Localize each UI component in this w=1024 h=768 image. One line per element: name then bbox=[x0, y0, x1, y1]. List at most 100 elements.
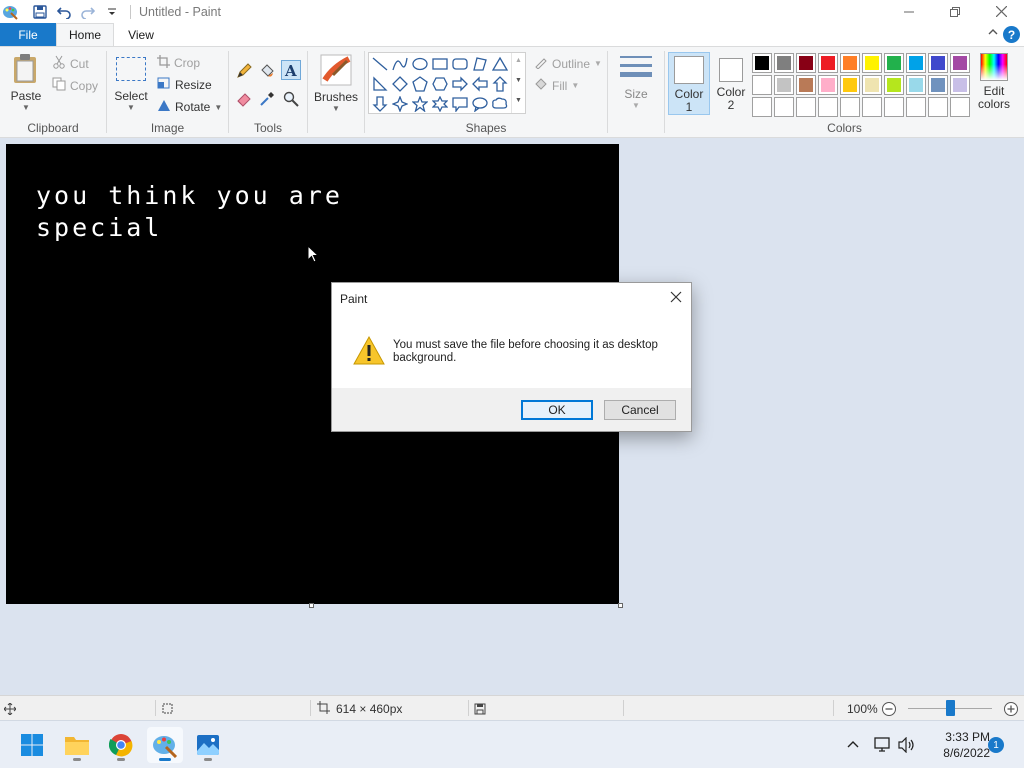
pencil-icon[interactable] bbox=[234, 61, 254, 81]
close-icon bbox=[670, 291, 682, 303]
running-indicator bbox=[73, 758, 81, 761]
running-indicator bbox=[117, 758, 125, 761]
title-bar: Untitled - Paint bbox=[0, 0, 1024, 23]
brushes-caret-icon: ▼ bbox=[332, 104, 340, 113]
maximize-button[interactable] bbox=[932, 0, 978, 23]
resize-handle-corner[interactable] bbox=[618, 603, 623, 608]
fill-icon bbox=[534, 77, 548, 94]
clock[interactable]: 3:33 PM 8/6/2022 bbox=[922, 729, 990, 761]
tab-file[interactable]: File bbox=[0, 23, 56, 46]
diamond-shape-icon[interactable] bbox=[391, 75, 409, 93]
crop-button[interactable]: Crop bbox=[157, 55, 200, 71]
polygon-shape-icon[interactable] bbox=[471, 55, 489, 73]
start-button[interactable] bbox=[14, 727, 50, 763]
six-point-star-shape-icon[interactable] bbox=[431, 95, 449, 113]
resize-handle-bottom[interactable] bbox=[309, 603, 314, 608]
zoom-slider-thumb[interactable] bbox=[946, 700, 955, 716]
window-title: Untitled - Paint bbox=[139, 4, 221, 19]
photos-button[interactable] bbox=[190, 727, 226, 763]
minimize-button[interactable] bbox=[886, 0, 932, 23]
five-point-star-shape-icon[interactable] bbox=[411, 95, 429, 113]
file-explorer-button[interactable] bbox=[59, 727, 95, 763]
clipboard-group: Paste ▼ Cut Copy Clipboard bbox=[0, 47, 106, 137]
right-arrow-shape-icon[interactable] bbox=[451, 75, 469, 93]
scroll-down-icon[interactable]: ▼ bbox=[515, 77, 522, 84]
brushes-button[interactable]: Brushes ▼ bbox=[314, 53, 358, 113]
dialog-close-button[interactable] bbox=[667, 287, 685, 307]
rectangle-shape-icon[interactable] bbox=[431, 55, 449, 73]
volume-icon[interactable] bbox=[898, 721, 916, 768]
paint-app-icon[interactable] bbox=[2, 4, 18, 20]
color-picker-icon[interactable] bbox=[257, 89, 277, 109]
undo-icon[interactable] bbox=[56, 4, 72, 20]
ok-button[interactable]: OK bbox=[521, 400, 593, 420]
cut-label: Cut bbox=[70, 56, 89, 71]
scroll-up-icon[interactable]: ▲ bbox=[515, 57, 522, 64]
magnifier-icon[interactable] bbox=[281, 89, 301, 109]
dialog-title: Paint bbox=[340, 292, 368, 306]
clipboard-group-label: Clipboard bbox=[27, 121, 79, 135]
brush-icon bbox=[320, 54, 352, 86]
file-size-icon bbox=[474, 696, 486, 721]
tab-home[interactable]: Home bbox=[56, 23, 114, 46]
triangle-shape-icon[interactable] bbox=[491, 55, 509, 73]
resize-button[interactable]: Resize bbox=[157, 77, 212, 93]
expand-gallery-icon[interactable]: ▼ bbox=[515, 97, 522, 104]
qat-separator bbox=[130, 4, 131, 19]
status-separator bbox=[310, 700, 311, 716]
fill-button[interactable]: Fill ▼ bbox=[534, 77, 579, 94]
left-arrow-shape-icon[interactable] bbox=[471, 75, 489, 93]
zoom-in-button[interactable] bbox=[1003, 696, 1019, 721]
tab-view[interactable]: View bbox=[118, 23, 164, 46]
status-separator bbox=[833, 700, 834, 716]
collapse-ribbon-icon[interactable] bbox=[988, 27, 998, 40]
ribbon-tabs: File Home View ? bbox=[0, 23, 1024, 46]
line-size-icon bbox=[620, 56, 652, 77]
paste-button[interactable]: Paste ▼ bbox=[6, 53, 46, 112]
canvas-size-indicator: 614 × 460px bbox=[317, 696, 402, 721]
text-tool-icon[interactable]: A bbox=[281, 60, 301, 80]
close-button[interactable] bbox=[978, 0, 1024, 23]
four-point-star-shape-icon[interactable] bbox=[391, 95, 409, 113]
clock-date: 8/6/2022 bbox=[943, 746, 990, 760]
eraser-icon[interactable] bbox=[234, 89, 254, 109]
outline-button[interactable]: Outline ▼ bbox=[534, 55, 602, 72]
curve-shape-icon[interactable] bbox=[391, 55, 409, 73]
file-explorer-icon bbox=[65, 737, 89, 755]
show-hidden-icons-button[interactable] bbox=[846, 721, 860, 768]
network-icon[interactable] bbox=[874, 721, 892, 768]
redo-icon[interactable] bbox=[80, 4, 96, 20]
copy-button[interactable]: Copy bbox=[52, 77, 98, 94]
notification-badge[interactable]: 1 bbox=[988, 737, 1004, 753]
zoom-out-button[interactable] bbox=[881, 696, 897, 721]
selection-size-icon bbox=[161, 696, 174, 721]
paint-taskbar-button[interactable] bbox=[147, 727, 183, 763]
oval-shape-icon[interactable] bbox=[411, 55, 429, 73]
down-arrow-shape-icon[interactable] bbox=[371, 95, 389, 113]
colors-group-label: Colors bbox=[827, 121, 862, 135]
up-arrow-shape-icon[interactable] bbox=[491, 75, 509, 93]
zoom-out-icon bbox=[882, 701, 896, 716]
chrome-button[interactable] bbox=[103, 727, 139, 763]
shapes-scroll[interactable]: ▲ ▼ ▼ bbox=[511, 53, 525, 113]
save-icon[interactable] bbox=[32, 4, 48, 20]
help-icon[interactable]: ? bbox=[1003, 26, 1020, 43]
hexagon-shape-icon[interactable] bbox=[431, 75, 449, 93]
cursor-position-icon bbox=[4, 696, 16, 721]
rotate-button[interactable]: Rotate ▼ bbox=[157, 99, 222, 115]
fill-bucket-icon[interactable] bbox=[257, 61, 277, 81]
status-separator bbox=[155, 700, 156, 716]
cut-button[interactable]: Cut bbox=[52, 55, 89, 72]
rect-callout-shape-icon[interactable] bbox=[451, 95, 469, 113]
customize-qat-icon[interactable] bbox=[104, 4, 120, 20]
cloud-callout-shape-icon[interactable] bbox=[491, 95, 509, 113]
right-triangle-shape-icon[interactable] bbox=[371, 75, 389, 93]
rounded-rectangle-shape-icon[interactable] bbox=[451, 55, 469, 73]
line-shape-icon[interactable] bbox=[371, 55, 389, 73]
pentagon-shape-icon[interactable] bbox=[411, 75, 429, 93]
oval-callout-shape-icon[interactable] bbox=[471, 95, 489, 113]
size-button[interactable]: Size ▼ bbox=[614, 53, 658, 110]
select-caret-icon: ▼ bbox=[127, 103, 135, 112]
cancel-button[interactable]: Cancel bbox=[604, 400, 676, 420]
select-button[interactable]: Select ▼ bbox=[113, 57, 149, 112]
